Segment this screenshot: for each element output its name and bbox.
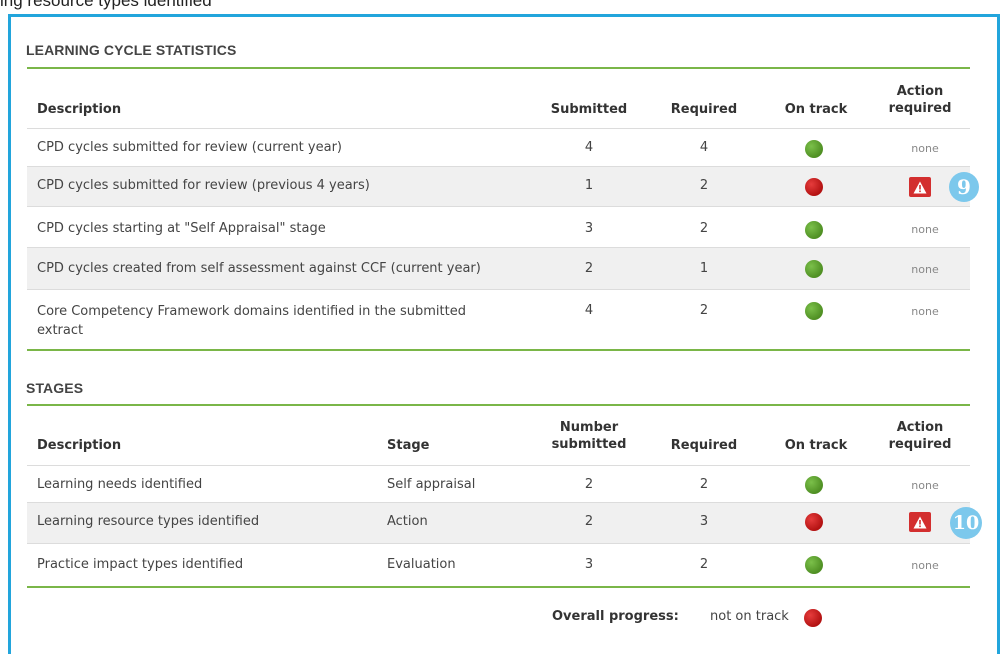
col-header-number-line2: submitted	[551, 437, 627, 452]
row-divider	[27, 206, 970, 207]
submitted-value: 4	[584, 303, 594, 318]
col-header-submitted: Submitted	[550, 102, 628, 117]
section-divider	[27, 586, 970, 588]
learning-cycle-title: LEARNING CYCLE STATISTICS	[26, 42, 237, 58]
table-row-description: Practice impact types identified	[37, 557, 244, 572]
warning-icon[interactable]	[909, 512, 931, 532]
submitted-value: 2	[584, 514, 594, 529]
overall-progress-label: Overall progress:	[552, 609, 679, 624]
table-row-description: CPD cycles submitted for review (previou…	[37, 178, 370, 193]
col-header-number-line1: Number	[559, 420, 619, 435]
required-value: 2	[699, 178, 709, 193]
submitted-value: 3	[584, 557, 594, 572]
overall-red-indicator	[804, 609, 822, 627]
table-row-description: CPD cycles created from self assessment …	[37, 261, 481, 276]
col-header-on-track: On track	[784, 438, 848, 453]
callout-badge-9: 9	[949, 172, 979, 202]
required-value: 2	[699, 477, 709, 492]
action-none: none	[911, 142, 939, 155]
submitted-value: 2	[584, 477, 594, 492]
row-divider	[27, 465, 970, 466]
col-header-action-line1: Action	[896, 84, 944, 99]
section-divider	[27, 349, 970, 351]
stage-value: Self appraisal	[387, 477, 476, 492]
submitted-value: 3	[584, 221, 594, 236]
stages-title: STAGES	[26, 380, 84, 396]
warning-icon[interactable]	[909, 177, 931, 197]
table-row-description: CPD cycles submitted for review (current…	[37, 140, 342, 155]
col-header-action-line2: required	[888, 437, 952, 452]
col-header-required: Required	[670, 102, 738, 117]
row-divider	[27, 128, 970, 129]
row-divider	[27, 543, 970, 544]
table-row-description: Core Competency Framework domains identi…	[37, 304, 466, 338]
required-value: 3	[699, 514, 709, 529]
off-track-red-indicator	[805, 178, 823, 196]
action-none: none	[911, 559, 939, 572]
top-caption: ing resource types identified	[0, 0, 212, 10]
required-value: 2	[699, 303, 709, 318]
required-value: 2	[699, 221, 709, 236]
action-none: none	[911, 263, 939, 276]
off-track-red-indicator	[805, 513, 823, 531]
col-header-description: Description	[37, 438, 122, 453]
on-track-green-indicator	[805, 140, 823, 158]
col-header-action-line2: required	[888, 101, 952, 116]
col-header-required: Required	[670, 438, 738, 453]
stage-value: Evaluation	[387, 557, 456, 572]
col-header-number-submitted: Number submitted	[549, 419, 629, 453]
col-header-stage: Stage	[387, 438, 430, 453]
table-row-description: Learning needs identified	[37, 477, 203, 492]
required-value: 1	[699, 261, 709, 276]
col-header-action: Action required	[880, 419, 960, 453]
action-none: none	[911, 479, 939, 492]
required-value: 2	[699, 557, 709, 572]
table-row-description: CPD cycles starting at "Self Appraisal" …	[37, 221, 326, 236]
section-divider	[27, 404, 970, 406]
on-track-green-indicator	[805, 260, 823, 278]
submitted-value: 2	[584, 261, 594, 276]
callout-badge-10: 10	[950, 507, 982, 539]
table-row-description: Learning resource types identified	[37, 514, 260, 529]
on-track-green-indicator	[805, 221, 823, 239]
submitted-value: 1	[584, 178, 594, 193]
col-header-action-line1: Action	[896, 420, 944, 435]
stage-value: Action	[387, 514, 428, 529]
row-divider	[27, 289, 970, 290]
col-header-on-track: On track	[784, 102, 848, 117]
required-value: 4	[699, 140, 709, 155]
action-none: none	[911, 305, 939, 318]
on-track-green-indicator	[805, 476, 823, 494]
col-header-action: Action required	[880, 83, 960, 117]
action-none: none	[911, 223, 939, 236]
on-track-green-indicator	[805, 302, 823, 320]
overall-progress-value: not on track	[710, 609, 789, 624]
submitted-value: 4	[584, 140, 594, 155]
on-track-green-indicator	[805, 556, 823, 574]
section-divider	[27, 67, 970, 69]
col-header-description: Description	[37, 102, 122, 117]
